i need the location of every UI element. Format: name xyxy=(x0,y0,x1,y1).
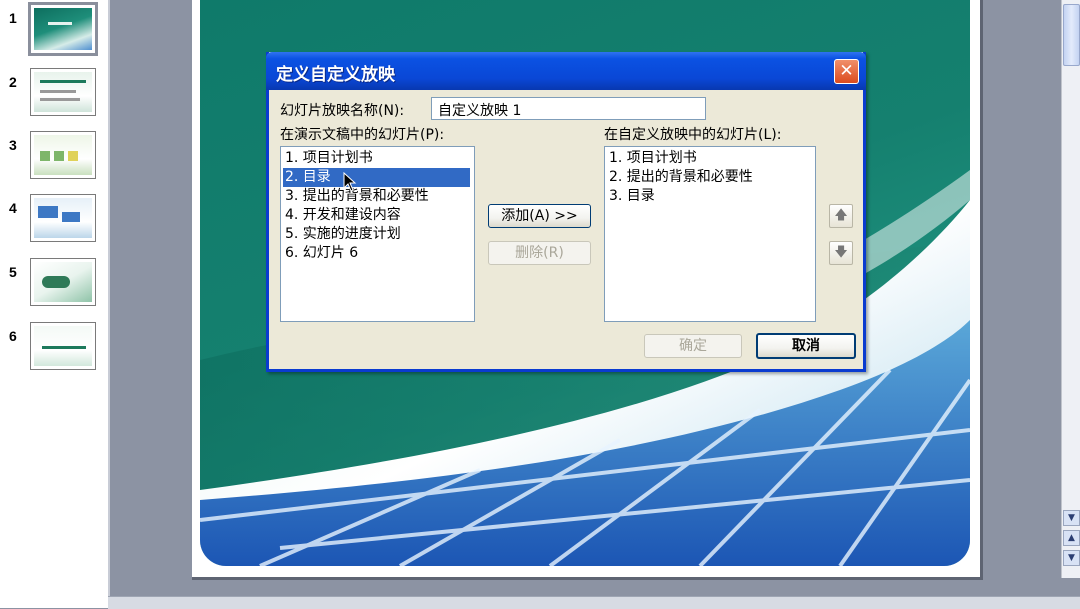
thumbnail-5[interactable]: 5 xyxy=(0,256,108,306)
thumbnail-image[interactable] xyxy=(30,322,96,370)
next-slide-icon[interactable]: ▼ xyxy=(1063,550,1080,566)
thumbnail-number: 4 xyxy=(9,200,17,216)
thumbnail-number: 3 xyxy=(9,137,17,153)
thumbnail-4[interactable]: 4 xyxy=(0,192,108,242)
list-item[interactable]: 1. 项目计划书 xyxy=(607,149,697,168)
presentation-slides-label: 在演示文稿中的幻灯片(P): xyxy=(280,127,445,143)
add-button[interactable]: 添加(A) >> xyxy=(488,204,591,228)
list-item[interactable]: 5. 实施的进度计划 xyxy=(283,225,401,244)
thumbnail-image[interactable] xyxy=(30,68,96,116)
show-name-input[interactable]: 自定义放映 1 xyxy=(431,97,706,120)
thumbnail-image[interactable] xyxy=(30,258,96,306)
presentation-slides-list[interactable]: 1. 项目计划书 2. 目录 3. 提出的背景和必要性 4. 开发和建设内容 5… xyxy=(280,146,475,322)
move-down-icon[interactable]: 🡇 xyxy=(829,241,853,265)
thumbnail-number: 1 xyxy=(9,10,17,26)
thumbnail-6[interactable]: 6 xyxy=(0,320,108,370)
slide-thumbnail-panel: 1 2 3 4 5 6 xyxy=(0,0,110,608)
mouse-pointer-icon xyxy=(343,172,357,192)
thumbnail-number: 5 xyxy=(9,264,17,280)
list-item[interactable]: 2. 提出的背景和必要性 xyxy=(607,168,753,187)
list-item[interactable]: 3. 目录 xyxy=(607,187,655,206)
list-item-selected[interactable]: 2. 目录 xyxy=(283,168,470,187)
define-custom-show-dialog: 定义自定义放映 ✕ 幻灯片放映名称(N): 自定义放映 1 在演示文稿中的幻灯片… xyxy=(266,52,866,372)
remove-button[interactable]: 删除(R) xyxy=(488,241,591,265)
dialog-title: 定义自定义放映 xyxy=(276,65,395,85)
close-icon[interactable]: ✕ xyxy=(834,59,859,84)
thumbnail-image[interactable] xyxy=(28,2,98,56)
scrollbar-thumb[interactable] xyxy=(1063,4,1080,66)
show-name-label: 幻灯片放映名称(N): xyxy=(280,103,405,119)
list-item[interactable]: 6. 幻灯片 6 xyxy=(283,244,358,263)
cancel-button[interactable]: 取消 xyxy=(756,333,856,359)
custom-show-slides-label: 在自定义放映中的幻灯片(L): xyxy=(604,127,782,143)
thumbnail-image[interactable] xyxy=(30,131,96,179)
thumbnail-number: 2 xyxy=(9,74,17,90)
scroll-down-icon[interactable]: ▼ xyxy=(1063,510,1080,526)
thumbnail-image[interactable] xyxy=(30,194,96,242)
thumbnail-number: 6 xyxy=(9,328,17,344)
move-up-icon[interactable]: 🡅 xyxy=(829,204,853,228)
list-item[interactable]: 1. 项目计划书 xyxy=(283,149,373,168)
horizontal-scrollbar[interactable] xyxy=(108,596,1080,609)
vertical-scrollbar[interactable]: ▼ ▲ ▼ xyxy=(1061,0,1080,578)
dialog-titlebar[interactable]: 定义自定义放映 ✕ xyxy=(266,52,866,90)
ok-button[interactable]: 确定 xyxy=(644,334,742,358)
thumbnail-2[interactable]: 2 xyxy=(0,66,108,116)
custom-show-slides-list[interactable]: 1. 项目计划书 2. 提出的背景和必要性 3. 目录 xyxy=(604,146,816,322)
thumbnail-1[interactable]: 1 xyxy=(0,2,108,56)
previous-slide-icon[interactable]: ▲ xyxy=(1063,530,1080,546)
thumbnail-3[interactable]: 3 xyxy=(0,129,108,179)
list-item[interactable]: 4. 开发和建设内容 xyxy=(283,206,401,225)
